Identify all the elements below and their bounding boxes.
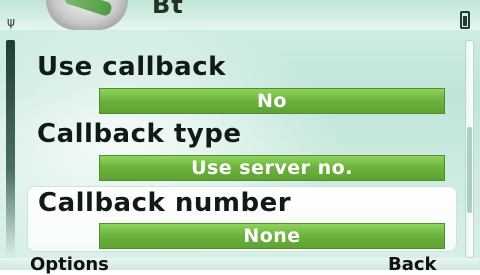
scrollbar[interactable] [465,40,474,258]
softkey-bar: Options Back [0,254,480,275]
battery-icon [460,11,470,29]
setting-label: Callback number [38,188,292,218]
app-title: Bt [152,0,184,19]
scrollbar-thumb[interactable] [467,127,472,213]
back-softkey[interactable]: Back [388,254,437,275]
setting-value: No [99,88,445,114]
setting-callback-number-selected[interactable]: Callback number None [27,186,457,252]
options-softkey[interactable]: Options [30,254,109,275]
setting-label: Use callback [37,52,226,82]
signal-strength-bar [6,40,15,258]
setting-value: None [99,223,445,249]
setting-use-callback[interactable]: Use callback No [27,50,457,120]
signal-icon: ψ [7,15,15,29]
status-title-bar: Bt ψ [0,0,480,30]
tools-app-icon [46,0,128,30]
phone-screen: Bt ψ Use callback No Callback type Use s… [0,0,480,275]
setting-callback-type[interactable]: Callback type Use server no. [27,117,457,187]
setting-value: Use server no. [99,155,445,181]
setting-label: Callback type [37,119,242,149]
tool-grip-shape [63,0,113,18]
